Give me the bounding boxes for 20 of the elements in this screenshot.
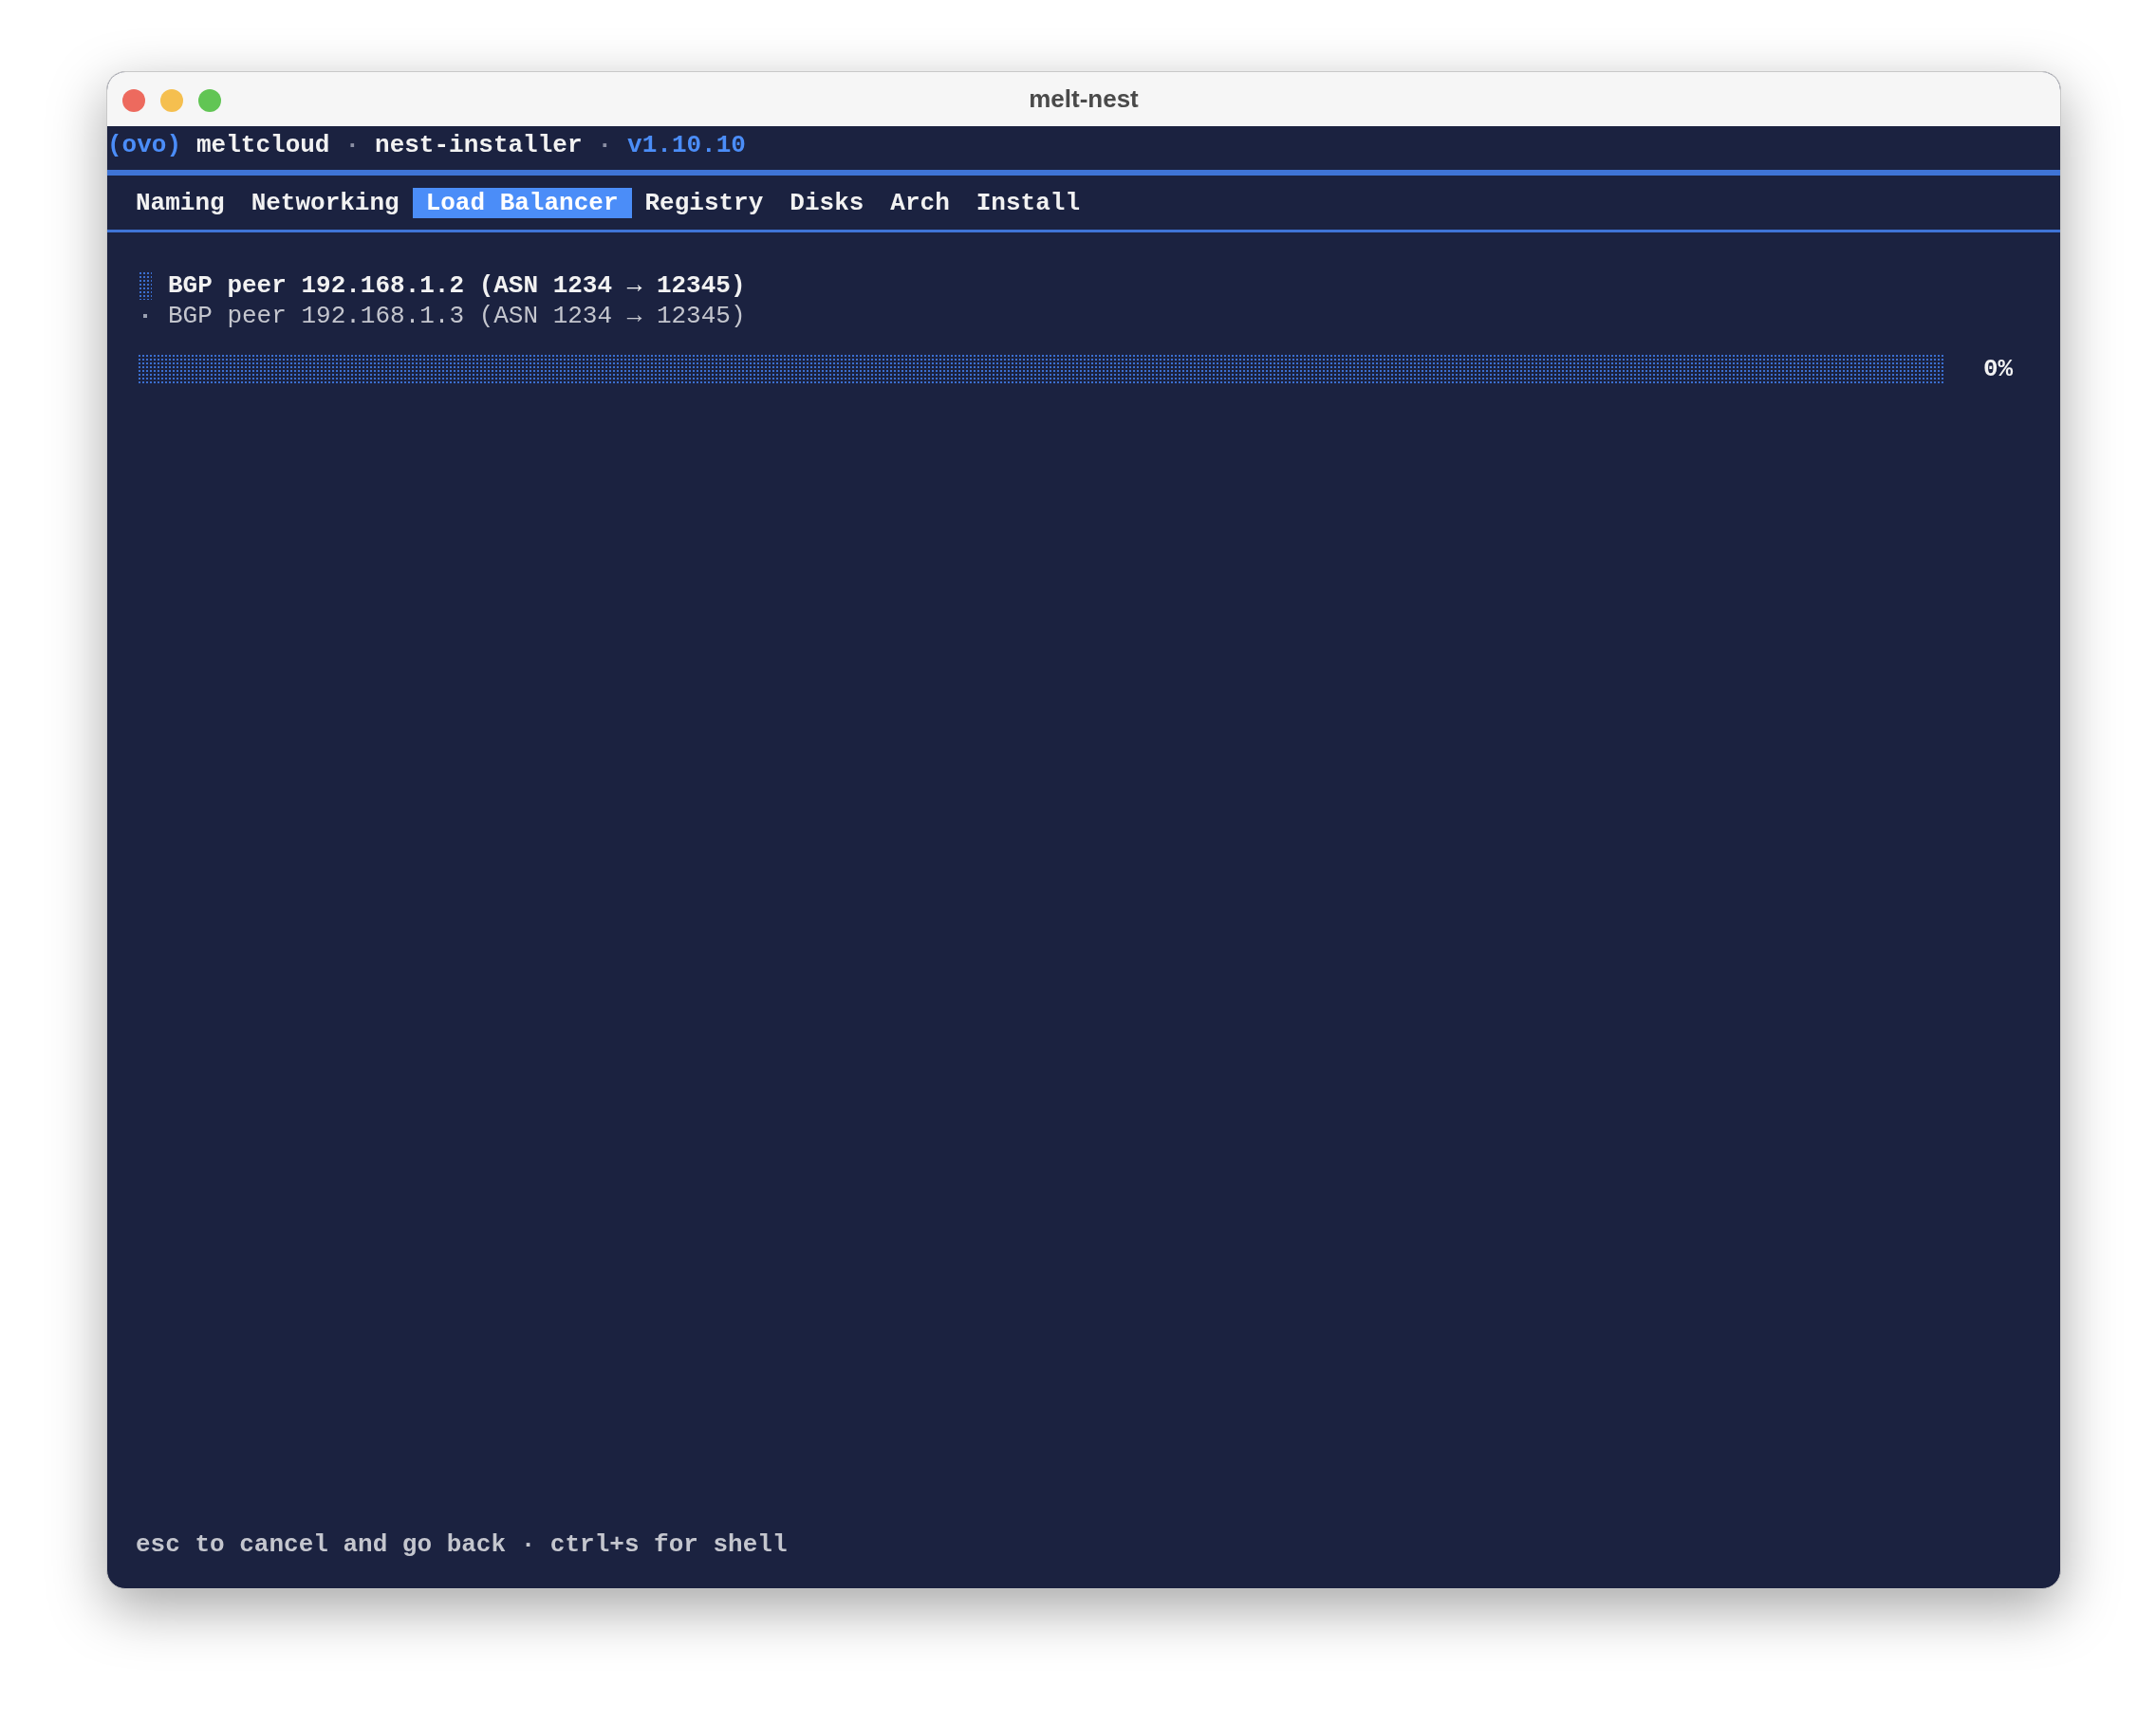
peer-item[interactable]: BGP peer 192.168.1.3 (ASN 1234 → 12345): [168, 301, 746, 331]
close-button[interactable]: [122, 89, 145, 112]
tab[interactable]: Registry: [631, 187, 777, 218]
separator-dot: ·: [344, 130, 361, 160]
tab[interactable]: Disks: [776, 187, 878, 218]
tab[interactable]: Install: [962, 187, 1093, 218]
maximize-button[interactable]: [198, 89, 221, 112]
separator-dot: ·: [597, 130, 613, 160]
header-title: nest-installer: [375, 130, 583, 160]
help-text: esc to cancel and go back · ctrl+s for shell: [136, 1530, 788, 1559]
header-title: meltcloud: [196, 130, 330, 160]
tab[interactable]: Arch: [877, 187, 963, 218]
version-label: v1.10.10: [627, 130, 746, 160]
progress-reading: 0%: [1983, 354, 2014, 384]
peer-item[interactable]: BGP peer 192.168.1.2 (ASN 1234 → 12345): [168, 270, 746, 301]
tab[interactable]: Naming: [122, 187, 238, 218]
window-title: melt-nest: [1029, 83, 1139, 115]
logo-text: (ovo): [107, 130, 181, 160]
tab[interactable]: Networking: [237, 187, 413, 218]
minimize-button[interactable]: [160, 89, 183, 112]
